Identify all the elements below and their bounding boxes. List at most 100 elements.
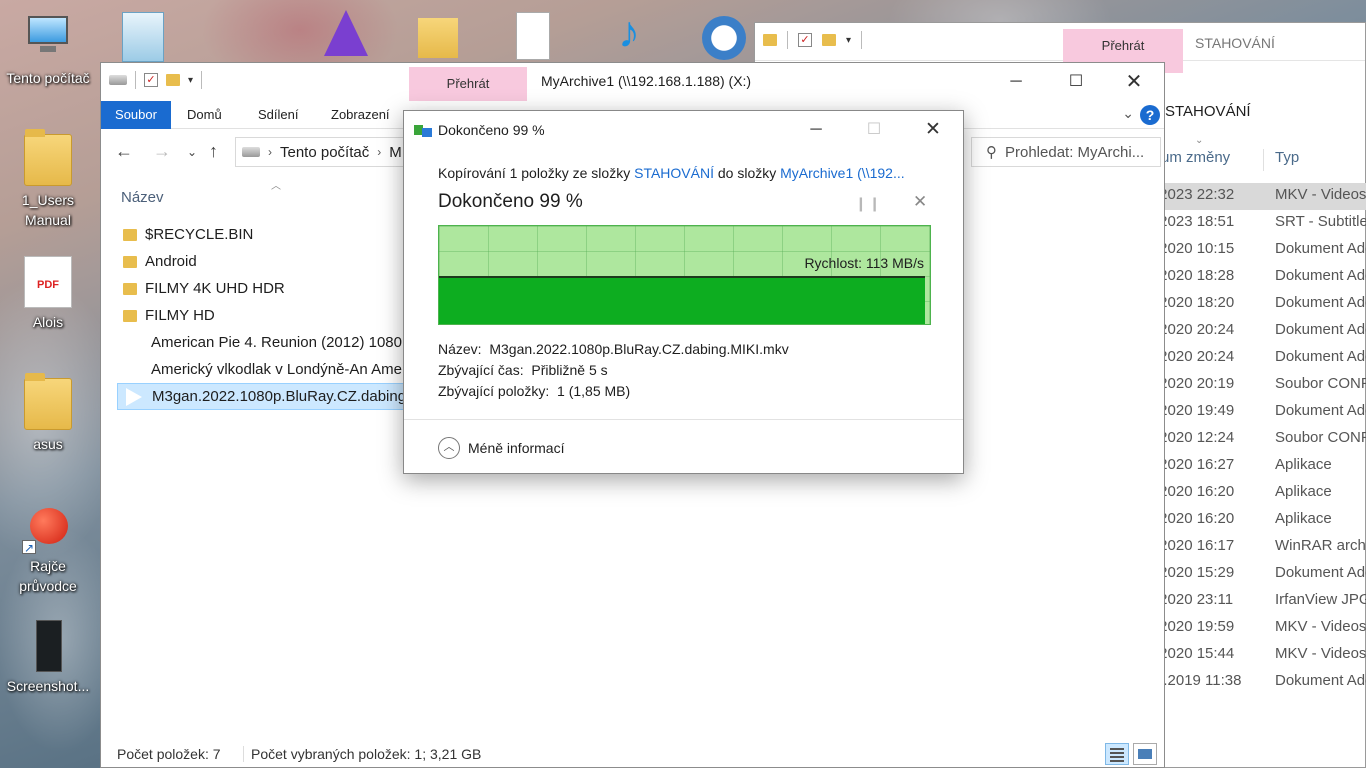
desktop-icon-this-pc[interactable]: Tento počítač [0,12,96,88]
large-icons-view-icon[interactable] [1133,743,1157,765]
desktop-icon-users-manual[interactable]: 1_Users Manual [0,129,96,230]
sort-ascending-icon: ︿ [271,181,281,192]
table-row[interactable]: 1.2019 11:38 Dokument Adobe [1155,669,1366,696]
table-row[interactable]: .2023 18:51 SRT - Subtitle [1155,210,1366,237]
destination-folder-link[interactable]: MyArchive1 (\\192... [780,165,905,181]
table-row[interactable]: .2023 22:32 MKV - Videosoubor [1155,183,1366,210]
forward-arrow-icon[interactable]: → [153,141,171,162]
table-row[interactable]: .2020 16:20 Aplikace [1155,507,1366,534]
table-row[interactable]: .2020 15:29 Dokument Adobe [1155,561,1366,588]
table-row[interactable]: .2020 16:27 Aplikace [1155,453,1366,480]
type-cell: Dokument Adobe [1275,672,1366,689]
table-row[interactable]: .2020 15:44 MKV - Videosoubor [1155,642,1366,669]
desktop-icon-label: asus [33,436,63,452]
tab-view[interactable]: Zobrazení [331,101,390,129]
separator [135,71,136,89]
desktop-icon-rajce[interactable]: Rajče průvodce [0,500,96,596]
tab-home[interactable]: Domů [187,101,222,129]
list-item[interactable]: FILMY HD [117,302,407,329]
table-row[interactable]: .2020 10:15 Dokument Adobe [1155,237,1366,264]
desktop-icon-alois[interactable]: Alois [0,256,96,332]
close-button[interactable]: ✕ [913,117,953,143]
file-name: American Pie 4. Reunion (2012) 1080p. [151,334,407,351]
column-name[interactable]: Název [121,189,164,206]
new-folder-icon[interactable] [822,34,836,46]
progress-fill [439,276,926,324]
pause-icon[interactable]: ❙❙ [855,195,882,212]
new-folder-icon[interactable] [166,74,180,86]
list-item[interactable]: Android [117,248,407,275]
back-arrow-icon[interactable]: ← [115,141,133,162]
copy-progress-dialog[interactable]: Dokončeno 99 % ─ ☐ ✕ Kopírování 1 položk… [403,110,964,474]
folder-icon [763,34,777,46]
source-folder-link[interactable]: STAHOVÁNÍ [634,165,714,181]
date-modified-cell: .2020 18:20 [1155,294,1235,311]
tab-share[interactable]: Sdílení [258,101,298,129]
table-row[interactable]: .2020 18:20 Dokument Adobe [1155,291,1366,318]
breadcrumb-drive[interactable]: M [389,144,402,161]
list-item[interactable]: Americký vlkodlak v Londýně-An Amer [117,356,407,383]
minimize-button[interactable]: ─ [993,67,1039,97]
type-cell: IrfanView JPG [1275,591,1366,608]
column-date-modified[interactable]: um změny [1161,149,1230,166]
properties-icon[interactable]: ✓ [798,33,812,47]
desktop-icon-screenshot[interactable]: Screenshot... [0,620,96,696]
folder-icon [123,228,137,241]
table-row[interactable]: .2020 16:17 WinRAR archiv [1155,534,1366,561]
window-title: MyArchive1 (\\192.168.1.188) (X:) [541,73,752,89]
column-type[interactable]: Typ [1275,149,1299,166]
date-modified-cell: .2020 20:24 [1155,348,1235,365]
file-name: FILMY HD [145,307,215,324]
table-row[interactable]: .2020 12:24 Soubor CONF [1155,426,1366,453]
chevron-down-icon[interactable]: ▾ [846,35,851,46]
list-item[interactable]: American Pie 4. Reunion (2012) 1080p. [117,329,407,356]
folder-icon [24,373,72,430]
video-file-icon [123,331,143,354]
desktop-icon-label: Rajče průvodce [19,558,77,594]
help-icon[interactable]: ? [1140,105,1160,125]
list-item[interactable]: $RECYCLE.BIN [117,221,407,248]
breadcrumb[interactable]: STAHOVÁNÍ [1165,103,1251,120]
window-titlebar[interactable]: ✓ ▾ Přehrát MyArchive1 (\\192.168.1.188)… [101,63,1164,101]
table-row[interactable]: .2020 16:20 Aplikace [1155,480,1366,507]
expand-ribbon-icon[interactable]: ⌄ [1122,105,1134,122]
breadcrumb-separator-icon: › [377,145,382,159]
recent-locations-chevron-icon[interactable]: ⌄ [187,145,197,159]
divider [404,419,963,420]
clock-globe-icon[interactable] [700,8,750,62]
desktop-icon-asus[interactable]: asus [0,373,96,454]
items-remaining-label: Zbývající položky: [438,383,550,399]
fewer-details-button[interactable]: ︿ Méně informací [438,437,564,459]
table-row[interactable]: .2020 19:49 Dokument Adobe [1155,399,1366,426]
jellyfin-icon[interactable] [318,8,368,62]
speed-label: Rychlost: 113 MB/s [804,255,924,271]
table-row[interactable]: .2020 20:24 Dokument Adobe [1155,318,1366,345]
cancel-copy-icon[interactable]: ✕ [913,192,927,212]
details-view-icon[interactable] [1105,743,1129,765]
dialog-titlebar[interactable]: Dokončeno 99 % ─ ☐ ✕ [404,111,963,149]
type-cell: Aplikace [1275,510,1332,527]
close-button[interactable]: ✕ [1111,67,1157,97]
folder-shortcut-icon[interactable] [414,8,464,62]
list-item[interactable]: FILMY 4K UHD HDR [117,275,407,302]
tab-play-context[interactable]: Přehrát [409,67,527,101]
table-row[interactable]: .2020 20:19 Soubor CONF [1155,372,1366,399]
table-row[interactable]: .2020 23:11 IrfanView JPG [1155,588,1366,615]
table-row[interactable]: .2020 19:59 MKV - Videosoubor [1155,615,1366,642]
tab-file[interactable]: Soubor [101,101,171,129]
minimize-button[interactable]: ─ [796,117,836,143]
music-icon[interactable]: ♪ [606,8,656,62]
list-item[interactable]: M3gan.2022.1080p.BluRay.CZ.dabing.M [117,383,407,410]
maximize-button[interactable]: ☐ [1053,67,1099,97]
up-arrow-icon[interactable]: ↑ [209,141,218,162]
search-input[interactable]: ⚲ Prohledat: MyArchi... [971,137,1161,167]
properties-icon[interactable]: ✓ [144,73,158,87]
type-cell: Dokument Adobe [1275,240,1366,257]
document-icon[interactable] [510,8,560,62]
table-row[interactable]: .2020 20:24 Dokument Adobe [1155,345,1366,372]
app-shortcut-icon[interactable] [118,8,168,62]
breadcrumb-this-pc[interactable]: Tento počítač [280,144,369,161]
table-row[interactable]: .2020 18:28 Dokument Adobe [1155,264,1366,291]
image-file-icon [24,620,72,672]
chevron-down-icon[interactable]: ▾ [188,75,193,86]
